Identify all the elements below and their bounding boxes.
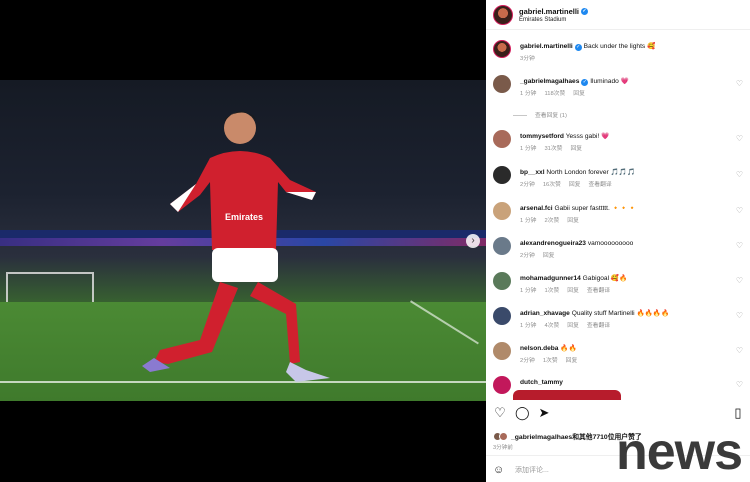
comment-time: 1 分钟	[520, 323, 537, 329]
comment-time: 1 分钟	[520, 288, 537, 294]
comment-username[interactable]: dutch_tammy	[520, 379, 563, 386]
comment-likes[interactable]: 1次赞	[543, 358, 558, 364]
commenter-avatar[interactable]	[493, 75, 511, 93]
comment-username[interactable]: tommysetford	[520, 133, 564, 140]
comment-time: 1 分钟	[520, 146, 537, 152]
action-bar: ♡ ◯ ➤ ▯	[493, 406, 745, 422]
comment-text: 🔥🔥	[560, 345, 577, 352]
commenter-avatar[interactable]	[493, 202, 511, 220]
comment-likes[interactable]: 16次赞	[543, 182, 561, 188]
news-watermark-logo: news	[616, 423, 743, 481]
heart-icon[interactable]: ♡	[736, 380, 743, 389]
commenter-avatar[interactable]	[493, 342, 511, 360]
comment-username[interactable]: nelson.deba	[520, 345, 558, 352]
heart-icon[interactable]: ♡	[736, 311, 743, 320]
comment-text: North London forever 🎵🎵🎵	[546, 169, 636, 176]
translate-button[interactable]: 查看翻译	[588, 182, 611, 188]
post-side-panel: gabriel.martinelli ✓ Emirates Stadium ga…	[486, 0, 750, 482]
commenter-avatar[interactable]	[493, 130, 511, 148]
comment-username[interactable]: mohamadgunner14	[520, 275, 581, 282]
svg-text:Emirates: Emirates	[225, 212, 263, 222]
comment-username[interactable]: _gabrielmagalhaes	[520, 78, 579, 85]
next-slide-icon[interactable]: ›	[466, 234, 480, 248]
caption-username[interactable]: gabriel.martinelli	[520, 43, 573, 50]
comment-likes[interactable]: 118次赞	[544, 91, 565, 97]
post-location[interactable]: Emirates Stadium	[519, 17, 588, 23]
commenter-avatar[interactable]	[493, 376, 511, 394]
reply-button[interactable]: 回复	[567, 323, 579, 329]
comment-username[interactable]: adrian_xhavage	[520, 310, 570, 317]
share-icon[interactable]: ➤	[537, 406, 551, 420]
comments-list[interactable]: gabriel.martinelli ✓ Back under the light…	[486, 34, 750, 400]
post-date: 3分钟前	[493, 445, 513, 451]
heart-icon[interactable]: ♡	[493, 406, 507, 420]
liker-avatar	[499, 431, 508, 441]
reply-button[interactable]: 回复	[567, 288, 579, 294]
comment-likes[interactable]: 4次赞	[544, 323, 559, 329]
reply-button[interactable]: 回复	[570, 146, 582, 152]
comment-text: Quality stuff Martinelli 🔥🔥🔥🔥	[571, 310, 670, 317]
comment-username[interactable]: arsenal.fci	[520, 205, 553, 212]
post-photo[interactable]: Emirates ›	[0, 80, 486, 401]
view-replies-button[interactable]: 查看回复 (1)	[513, 110, 567, 119]
post-header: gabriel.martinelli ✓ Emirates Stadium	[486, 0, 750, 30]
heart-icon[interactable]: ♡	[736, 134, 743, 143]
comment-attachment-image[interactable]	[513, 390, 621, 400]
comment-likes[interactable]: 31次赞	[544, 146, 562, 152]
comment-time: 1 分钟	[520, 218, 537, 224]
comment-time: 2分钟	[520, 182, 535, 188]
media-area: Emirates ›	[0, 0, 486, 482]
comment-text: Gabii super fasttttt. 🔸🔸🔸	[554, 205, 637, 212]
comment-text: Gabigoal 🥰🔥	[582, 275, 628, 282]
comment-time: 2分钟	[520, 253, 535, 259]
commenter-avatar[interactable]	[493, 272, 511, 290]
comment-time: 2分钟	[520, 358, 535, 364]
reply-button[interactable]: 回复	[569, 182, 581, 188]
add-comment-bar: ☺ 添加评论...	[493, 463, 549, 477]
comment-likes[interactable]: 2次赞	[544, 218, 559, 224]
comment-likes[interactable]: 1次赞	[544, 288, 559, 294]
add-comment-input[interactable]: 添加评论...	[515, 465, 549, 475]
comment-username[interactable]: bp__xxl	[520, 169, 545, 176]
author-avatar[interactable]	[493, 4, 513, 25]
verified-icon: ✓	[581, 79, 589, 86]
translate-button[interactable]: 查看翻译	[587, 288, 610, 294]
heart-icon[interactable]: ♡	[736, 79, 743, 88]
caption-time: 3分钟	[520, 56, 535, 62]
player-figure: Emirates	[142, 111, 330, 382]
reply-button[interactable]: 回复	[573, 91, 585, 97]
author-avatar[interactable]	[493, 40, 511, 58]
reply-button[interactable]: 回复	[543, 253, 555, 259]
verified-icon: ✓	[581, 7, 589, 15]
goal-frame	[6, 272, 94, 302]
comment-text: Yesss gabi! 💗	[565, 133, 610, 140]
commenter-avatar[interactable]	[493, 307, 511, 325]
comment-icon[interactable]: ◯	[515, 406, 530, 420]
heart-icon[interactable]: ♡	[736, 276, 743, 285]
translate-button[interactable]: 查看翻译	[587, 323, 610, 329]
comment-time: 1 分钟	[520, 91, 537, 97]
instagram-post-view: Emirates › gabriel.martinelli ✓ Emirates…	[0, 0, 750, 482]
heart-icon[interactable]: ♡	[736, 170, 743, 179]
comment-text: vamooooooooo	[587, 240, 634, 247]
caption-text: Back under the lights 🥰	[583, 43, 656, 50]
commenter-avatar[interactable]	[493, 166, 511, 184]
author-username[interactable]: gabriel.martinelli	[519, 7, 579, 16]
heart-icon[interactable]: ♡	[736, 206, 743, 215]
reply-button[interactable]: 回复	[566, 358, 578, 364]
heart-icon[interactable]: ♡	[736, 346, 743, 355]
verified-icon: ✓	[574, 44, 582, 51]
reply-button[interactable]: 回复	[567, 218, 579, 224]
commenter-avatar[interactable]	[493, 237, 511, 255]
bookmark-icon[interactable]: ▯	[731, 406, 745, 420]
comment-username[interactable]: alexandrenogueira23	[520, 240, 586, 247]
comment-text: Iluminado 💗	[590, 78, 629, 85]
heart-icon[interactable]: ♡	[736, 241, 743, 250]
emoji-icon[interactable]: ☺	[493, 463, 507, 477]
